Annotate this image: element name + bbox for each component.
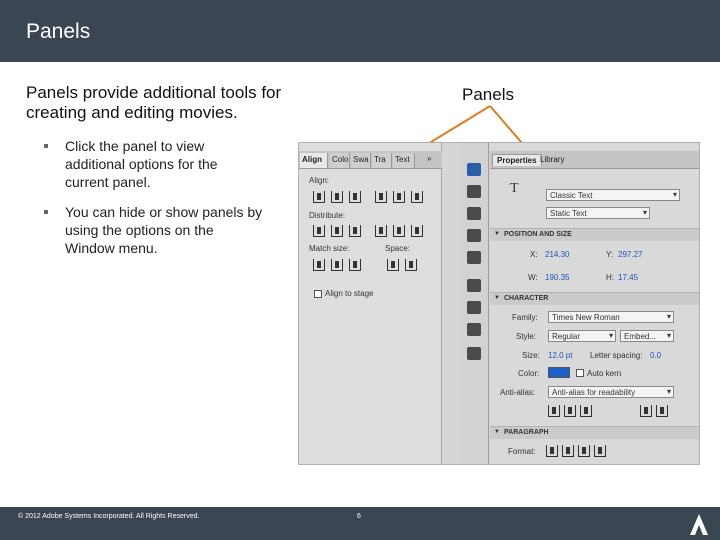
- tab-transform[interactable]: Tra: [372, 153, 392, 168]
- text-mode-dropdown[interactable]: Static Text: [546, 207, 650, 219]
- match-size-label: Match size:: [309, 244, 350, 253]
- auto-kern-label: Auto kern: [587, 369, 622, 378]
- color-panel-icon[interactable]: [467, 185, 481, 198]
- transform-panel-icon[interactable]: [467, 251, 481, 264]
- size-label: Size:: [522, 351, 540, 360]
- size-value[interactable]: 12.0 pt: [548, 351, 572, 360]
- properties-panel-tabs: Properties Library: [490, 151, 699, 169]
- library-panel-icon[interactable]: [467, 347, 481, 360]
- align-top-icon[interactable]: [375, 191, 387, 203]
- components-panel-icon[interactable]: [467, 301, 481, 314]
- align-text-center-icon[interactable]: [562, 445, 574, 457]
- flash-panels-screenshot: Align Colo Swa Tra Text » Align: Distrib…: [298, 142, 700, 465]
- distribute-right-icon[interactable]: [411, 225, 423, 237]
- w-value[interactable]: 190.35: [545, 273, 569, 282]
- subscript-icon[interactable]: [656, 405, 668, 417]
- x-label: X:: [530, 250, 538, 259]
- section-character[interactable]: CHARACTER: [490, 292, 699, 305]
- adobe-logo-icon: [684, 509, 714, 540]
- collapse-icon[interactable]: »: [427, 154, 431, 163]
- align-hcenter-icon[interactable]: [331, 191, 343, 203]
- history-panel-icon[interactable]: [467, 279, 481, 292]
- font-style-dropdown[interactable]: Regular: [548, 330, 616, 342]
- panel-icon-strip: [459, 143, 489, 464]
- y-value[interactable]: 297.27: [618, 250, 642, 259]
- align-to-stage-label: Align to stage: [325, 289, 374, 298]
- letter-spacing-value[interactable]: 0.0: [650, 351, 661, 360]
- script-icons: [640, 405, 668, 417]
- letter-spacing-label: Letter spacing:: [590, 351, 643, 360]
- tab-text[interactable]: Text: [393, 153, 415, 168]
- text-color-swatch[interactable]: [548, 367, 570, 378]
- align-icons: [313, 191, 423, 203]
- distribute-top-icon[interactable]: [313, 225, 325, 237]
- align-left-icon[interactable]: [313, 191, 325, 203]
- distribute-bottom-icon[interactable]: [349, 225, 361, 237]
- tab-swatches[interactable]: Swa: [351, 153, 371, 168]
- h-label: H:: [606, 273, 614, 282]
- tab-align[interactable]: Align: [300, 153, 328, 168]
- font-family-dropdown[interactable]: Times New Roman: [548, 311, 674, 323]
- section-position-size[interactable]: POSITION AND SIZE: [490, 228, 699, 241]
- distribute-label: Distribute:: [309, 211, 346, 220]
- border-icon[interactable]: [580, 405, 592, 417]
- selectable-icon[interactable]: [548, 405, 560, 417]
- text-type-dropdown[interactable]: Classic Text: [546, 189, 680, 201]
- match-width-height-icon[interactable]: [349, 259, 361, 271]
- distribute-hcenter-icon[interactable]: [393, 225, 405, 237]
- text-tool-icon: T: [510, 181, 519, 196]
- properties-panel[interactable]: Properties Library T Classic Text Static…: [490, 143, 699, 464]
- align-panel-icon[interactable]: [467, 163, 481, 176]
- space-vertical-icon[interactable]: [387, 259, 399, 271]
- page-number: 6: [357, 513, 361, 520]
- align-vcenter-icon[interactable]: [393, 191, 405, 203]
- info-panel-icon[interactable]: [467, 229, 481, 242]
- align-text-left-icon[interactable]: [546, 445, 558, 457]
- align-bottom-icon[interactable]: [411, 191, 423, 203]
- swatches-panel-icon[interactable]: [467, 207, 481, 220]
- distribute-icons: [313, 225, 423, 237]
- anti-alias-label: Anti-alias:: [500, 388, 536, 397]
- space-label: Space:: [385, 244, 410, 253]
- text-option-icons: [548, 405, 592, 417]
- superscript-icon[interactable]: [640, 405, 652, 417]
- align-panel-tabs: Align Colo Swa Tra Text »: [299, 151, 442, 169]
- color-label: Color:: [518, 369, 540, 378]
- section-paragraph[interactable]: PARAGRAPH: [490, 426, 699, 439]
- align-text-right-icon[interactable]: [578, 445, 590, 457]
- auto-kern-checkbox[interactable]: [576, 369, 584, 377]
- align-to-stage-checkbox[interactable]: [314, 290, 322, 298]
- paragraph-align-icons: [546, 445, 606, 457]
- y-label: Y:: [606, 250, 614, 259]
- embed-button[interactable]: Embed...: [620, 330, 674, 342]
- align-label: Align:: [309, 176, 330, 185]
- render-html-icon[interactable]: [564, 405, 576, 417]
- footer-copyright: © 2012 Adobe Systems Incorporated. All R…: [18, 513, 200, 520]
- justify-text-icon[interactable]: [594, 445, 606, 457]
- match-size-icons: [313, 259, 417, 271]
- tab-library[interactable]: Library: [536, 154, 568, 165]
- tab-color[interactable]: Colo: [330, 153, 350, 168]
- tab-properties[interactable]: Properties: [492, 154, 542, 166]
- style-label: Style:: [516, 332, 537, 341]
- match-width-icon[interactable]: [313, 259, 325, 271]
- x-value[interactable]: 214.30: [545, 250, 569, 259]
- space-horizontal-icon[interactable]: [405, 259, 417, 271]
- align-panel[interactable]: Align Colo Swa Tra Text » Align: Distrib…: [299, 143, 442, 464]
- distribute-vcenter-icon[interactable]: [331, 225, 343, 237]
- anti-alias-dropdown[interactable]: Anti-alias for readability: [548, 386, 674, 398]
- family-label: Family:: [512, 313, 538, 322]
- motion-presets-icon[interactable]: [467, 323, 481, 336]
- w-label: W:: [528, 273, 538, 282]
- match-height-icon[interactable]: [331, 259, 343, 271]
- h-value[interactable]: 17.45: [618, 273, 638, 282]
- distribute-left-icon[interactable]: [375, 225, 387, 237]
- slide-footer: © 2012 Adobe Systems Incorporated. All R…: [0, 507, 720, 540]
- align-right-icon[interactable]: [349, 191, 361, 203]
- format-label: Format:: [508, 447, 536, 456]
